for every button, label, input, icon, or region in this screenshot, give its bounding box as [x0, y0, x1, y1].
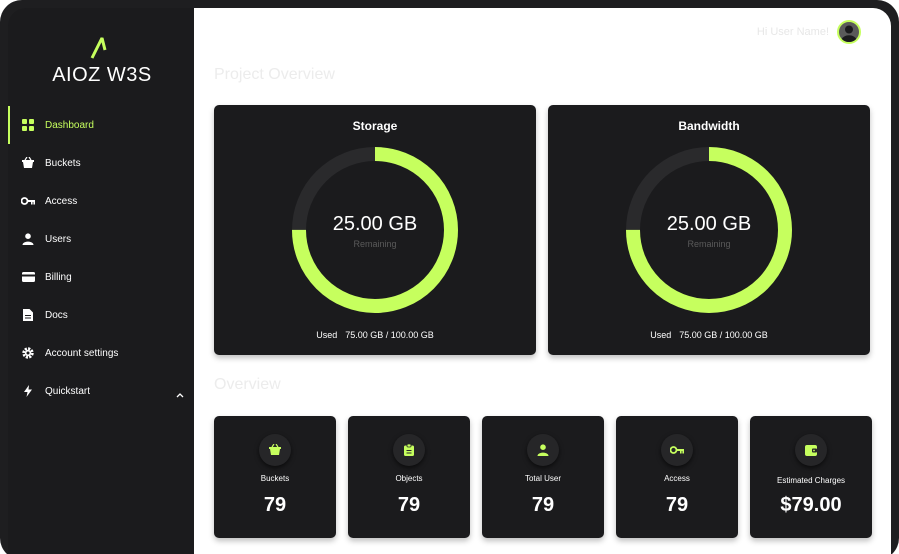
stat-card-buckets: Buckets 79 [214, 416, 336, 538]
wallet-icon [795, 434, 827, 466]
stat-label: Total User [524, 474, 561, 483]
card-title: Storage [352, 119, 398, 133]
user-menu[interactable]: Hi User Name! [757, 20, 861, 44]
stat-label: Estimated Charges [776, 476, 846, 485]
sidebar-item-users[interactable]: Users [8, 220, 194, 258]
bandwidth-remaining-label: Remaining [687, 239, 731, 249]
sidebar-item-label: Docs [45, 309, 68, 321]
storage-card: Storage 25.00 GB Remaining Used 75.00 GB … [214, 105, 536, 355]
sidebar-item-label: Account settings [45, 347, 119, 359]
sidebar-item-label: Access [45, 195, 78, 207]
stat-value: 79 [397, 494, 421, 516]
grid-icon [21, 118, 35, 132]
used-label: Used [316, 330, 338, 340]
logo-text: AIOZ W3S [52, 64, 152, 86]
bandwidth-card: Bandwidth 25.00 GB Remaining Used 75.00 G… [548, 105, 870, 355]
stat-label: Buckets [260, 474, 290, 483]
sidebar-item-access[interactable]: Access [8, 182, 194, 220]
sidebar-item-label: Quickstart [45, 385, 91, 397]
section-title-overview: Overview [214, 376, 281, 393]
used-value: 75.00 GB / 100.00 GB [679, 330, 768, 340]
avatar-user-icon [841, 25, 857, 42]
sidebar-item-label: Users [45, 233, 72, 245]
sidebar-item-buckets[interactable]: Buckets [8, 144, 194, 182]
sidebar-item-billing[interactable]: Billing [8, 258, 194, 296]
bolt-icon [21, 384, 35, 398]
document-icon [21, 308, 35, 322]
main-content: Hi User Name! Project Overview Storage 2… [194, 8, 891, 554]
sidebar-item-account-settings[interactable]: Account settings [8, 334, 194, 372]
logo: AIOZ W3S [52, 34, 152, 86]
basket-icon [21, 156, 35, 170]
basket-icon [259, 434, 291, 466]
key-icon [661, 434, 693, 466]
stat-card-access: Access 79 [616, 416, 738, 538]
sidebar-item-label: Dashboard [45, 119, 94, 131]
stat-value: 79 [531, 494, 555, 516]
sidebar-item-quickstart[interactable]: Quickstart [8, 372, 194, 410]
sidebar-nav: Dashboard Buckets Access Users Billing D… [8, 106, 194, 410]
storage-remaining-value: 25.00 GB [332, 213, 418, 235]
gear-icon [21, 346, 35, 360]
aioz-logo-icon [90, 37, 107, 59]
stat-card-estimated-charges: Estimated Charges $79.00 [750, 416, 872, 538]
device-frame: AIOZ W3S Dashboard Buckets Access Users … [0, 0, 899, 554]
chevron-up-icon[interactable] [176, 385, 184, 403]
sidebar-item-docs[interactable]: Docs [8, 296, 194, 334]
bandwidth-used: Used 75.00 GB / 100.00 GB [548, 330, 870, 340]
user-icon [21, 232, 35, 246]
avatar[interactable] [837, 20, 861, 44]
stat-label: Access [664, 474, 690, 483]
sidebar-item-dashboard[interactable]: Dashboard [8, 106, 194, 144]
stat-card-objects: Objects 79 [348, 416, 470, 538]
storage-remaining-label: Remaining [353, 239, 397, 249]
stat-value: 79 [263, 494, 287, 516]
card-icon [21, 270, 35, 284]
clipboard-icon [393, 434, 425, 466]
sidebar-item-label: Billing [45, 271, 72, 283]
used-value: 75.00 GB / 100.00 GB [345, 330, 434, 340]
key-icon [21, 194, 35, 208]
storage-used: Used 75.00 GB / 100.00 GB [214, 330, 536, 340]
card-title: Bandwidth [678, 119, 740, 133]
sidebar: AIOZ W3S Dashboard Buckets Access Users … [8, 8, 194, 554]
stat-card-total-user: Total User 79 [482, 416, 604, 538]
stat-label: Objects [395, 474, 423, 483]
stat-value: $79.00 [780, 494, 842, 516]
bandwidth-remaining-value: 25.00 GB [666, 213, 752, 235]
stat-value: 79 [665, 494, 689, 516]
user-icon [527, 434, 559, 466]
sidebar-item-label: Buckets [45, 157, 81, 169]
section-title-project-overview: Project Overview [214, 66, 335, 83]
used-label: Used [650, 330, 672, 340]
user-greeting: Hi User Name! [756, 26, 829, 38]
